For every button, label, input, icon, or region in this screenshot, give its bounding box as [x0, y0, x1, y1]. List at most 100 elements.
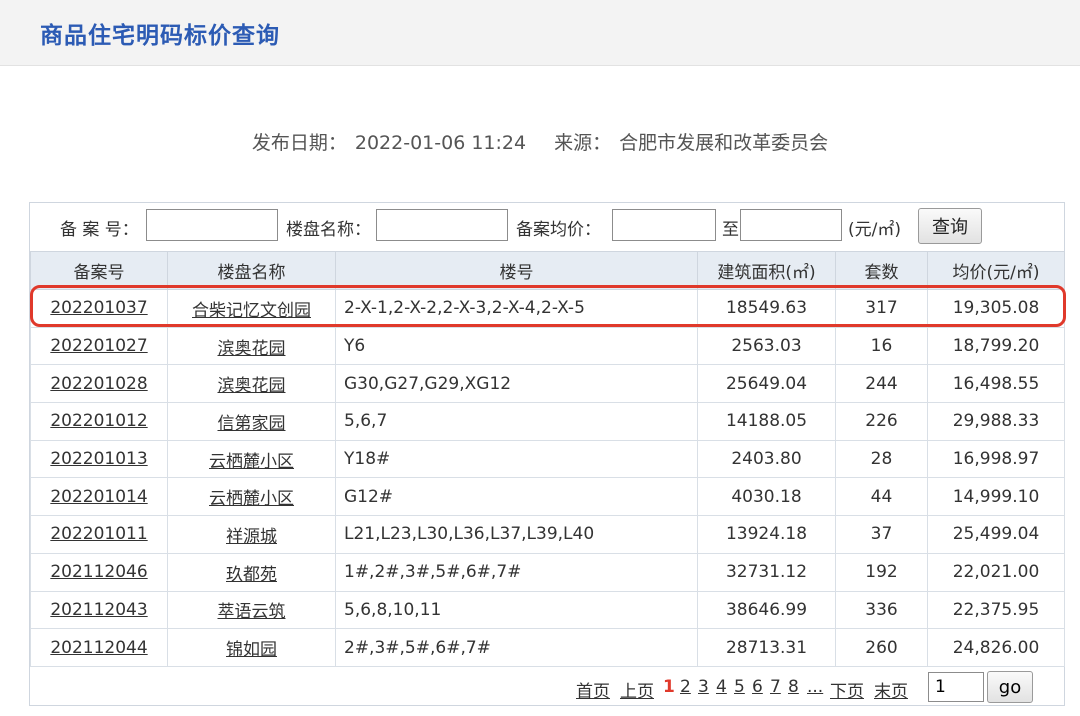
estate-link[interactable]: 滨奥花园 [218, 339, 286, 359]
table-row: 202201037 合柴记忆文创园 2-X-1,2-X-2,2-X-3,2-X-4,… [30, 289, 1065, 328]
record-no-link[interactable]: 202112046 [50, 562, 147, 582]
results-table: 备案号 楼盘名称 楼号 建筑面积(㎡) 套数 均价(元/㎡) 202201037… [30, 251, 1065, 667]
estate-link[interactable]: 信第家园 [218, 414, 286, 434]
pager-page-link[interactable]: 4 [716, 677, 727, 697]
col-buildings: 楼号 [335, 251, 698, 290]
source-value: 合肥市发展和改革委员会 [619, 132, 829, 154]
buildings-cell: 1#,2#,3#,5#,6#,7# [335, 552, 698, 592]
record-no-link[interactable]: 202201013 [50, 449, 147, 469]
buildings-cell: 5,6,8,10,11 [335, 590, 698, 630]
buildings-cell: Y18# [335, 439, 698, 479]
buildings-cell: 2-X-1,2-X-2,2-X-3,2-X-4,2-X-5 [335, 289, 698, 328]
area-cell: 2563.03 [697, 326, 836, 366]
area-cell: 28713.31 [697, 628, 836, 667]
estate-link[interactable]: 滨奥花园 [218, 376, 286, 396]
page-number-input[interactable] [928, 672, 984, 702]
avg-price-label: 备案均价： [516, 220, 601, 240]
table-header-row: 备案号 楼盘名称 楼号 建筑面积(㎡) 套数 均价(元/㎡) [30, 251, 1065, 290]
pagination: 首页 上页 1 2 3 4 5 6 7 8 ... 下页 末页 go [30, 668, 1064, 706]
record-no-link[interactable]: 202201028 [50, 374, 147, 394]
table-row: 202201012 信第家园 5,6,7 14188.05 226 29,988.33 [30, 402, 1065, 441]
area-cell: 14188.05 [697, 402, 836, 441]
col-units: 套数 [835, 251, 928, 290]
record-no-link[interactable]: 202112043 [50, 600, 147, 620]
buildings-cell: 5,6,7 [335, 402, 698, 441]
page-header: 商品住宅明码标价查询 [0, 0, 1080, 66]
area-cell: 13924.18 [697, 515, 836, 554]
table-row: 202112046 玖都苑 1#,2#,3#,5#,6#,7# 32731.12 192… [30, 552, 1065, 592]
estate-link[interactable]: 锦如园 [226, 640, 277, 660]
pager-page-link[interactable]: 7 [770, 677, 781, 697]
pager-current-page: 1 [663, 677, 675, 697]
record-no-link[interactable]: 202201027 [50, 336, 147, 356]
units-cell: 28 [835, 439, 928, 479]
avg-price-cell: 22,375.95 [927, 590, 1065, 630]
units-cell: 260 [835, 628, 928, 667]
publish-date-value: 2022-01-06 11:24 [354, 132, 527, 154]
buildings-cell: Y6 [335, 326, 698, 366]
estate-link[interactable]: 云栖麓小区 [209, 489, 294, 509]
publish-date-label: 发布日期： [251, 132, 347, 154]
record-no-link[interactable]: 202201011 [50, 524, 147, 544]
area-cell: 2403.80 [697, 439, 836, 479]
query-button[interactable]: 查询 [918, 208, 982, 244]
estate-name-label: 楼盘名称： [286, 220, 371, 240]
page-title: 商品住宅明码标价查询 [40, 23, 280, 49]
query-panel: 备 案 号： 楼盘名称： 备案均价： 至 (元/㎡) 查询 备案号 楼盘名称 楼… [29, 202, 1065, 706]
record-no-input[interactable] [146, 209, 278, 241]
publish-info: 发布日期： 2022-01-06 11:24 来源： 合肥市发展和改革委员会 [0, 128, 1080, 155]
record-no-label: 备 案 号： [60, 220, 139, 240]
col-area: 建筑面积(㎡) [697, 251, 836, 290]
go-button[interactable]: go [987, 671, 1033, 703]
pager-next-link[interactable]: 下页 [830, 677, 864, 702]
units-cell: 244 [835, 364, 928, 404]
col-estate-name: 楼盘名称 [167, 251, 336, 290]
area-cell: 32731.12 [697, 552, 836, 592]
estate-link[interactable]: 祥源城 [226, 527, 277, 547]
max-price-input[interactable] [740, 209, 842, 241]
pager-page-link[interactable]: 2 [680, 677, 691, 697]
avg-price-cell: 25,499.04 [927, 515, 1065, 554]
avg-price-cell: 24,826.00 [927, 628, 1065, 667]
avg-price-cell: 18,799.20 [927, 326, 1065, 366]
units-cell: 16 [835, 326, 928, 366]
table-row: 202112044 锦如园 2#,3#,5#,6#,7# 28713.31 260 24,… [30, 628, 1065, 667]
table-row: 202201027 滨奥花园 Y6 2563.03 16 18,799.20 [30, 326, 1065, 366]
record-no-link[interactable]: 202201014 [50, 487, 147, 507]
search-bar: 备 案 号： 楼盘名称： 备案均价： 至 (元/㎡) 查询 [30, 203, 1064, 251]
table-row: 202201011 祥源城 L21,L23,L30,L36,L37,L39,L40 1… [30, 515, 1065, 554]
avg-price-cell: 16,998.97 [927, 439, 1065, 479]
units-cell: 317 [835, 289, 928, 328]
estate-link[interactable]: 云栖麓小区 [209, 452, 294, 472]
area-cell: 18549.63 [697, 289, 836, 328]
record-no-link[interactable]: 202201012 [50, 411, 147, 431]
pager-page-link[interactable]: 5 [734, 677, 745, 697]
buildings-cell: G12# [335, 477, 698, 517]
pager-page-link[interactable]: 6 [752, 677, 763, 697]
record-no-link[interactable]: 202201037 [50, 298, 147, 318]
avg-price-cell: 29,988.33 [927, 402, 1065, 441]
record-no-link[interactable]: 202112044 [50, 638, 147, 658]
units-cell: 37 [835, 515, 928, 554]
pager-last-link[interactable]: 末页 [874, 677, 908, 702]
col-record-no: 备案号 [30, 251, 168, 290]
min-price-input[interactable] [612, 209, 716, 241]
area-cell: 38646.99 [697, 590, 836, 630]
avg-price-cell: 22,021.00 [927, 552, 1065, 592]
pager-prev-link[interactable]: 上页 [620, 677, 654, 702]
estate-link[interactable]: 合柴记忆文创园 [192, 301, 311, 321]
estate-link[interactable]: 玖都苑 [226, 565, 277, 585]
avg-price-cell: 14,999.10 [927, 477, 1065, 517]
buildings-cell: G30,G27,G29,XG12 [335, 364, 698, 404]
estate-name-input[interactable] [376, 209, 508, 241]
units-cell: 44 [835, 477, 928, 517]
table-row: 202201014 云栖麓小区 G12# 4030.18 44 14,999.10 [30, 477, 1065, 517]
pager-page-link[interactable]: 3 [698, 677, 709, 697]
area-cell: 25649.04 [697, 364, 836, 404]
estate-link[interactable]: 萃语云筑 [218, 602, 286, 622]
pager-first-link[interactable]: 首页 [576, 677, 610, 702]
pager-ellipsis: ... [807, 677, 824, 697]
price-to-label: 至 [722, 220, 739, 240]
pager-page-link[interactable]: 8 [788, 677, 799, 697]
table-row: 202201013 云栖麓小区 Y18# 2403.80 28 16,998.97 [30, 439, 1065, 479]
